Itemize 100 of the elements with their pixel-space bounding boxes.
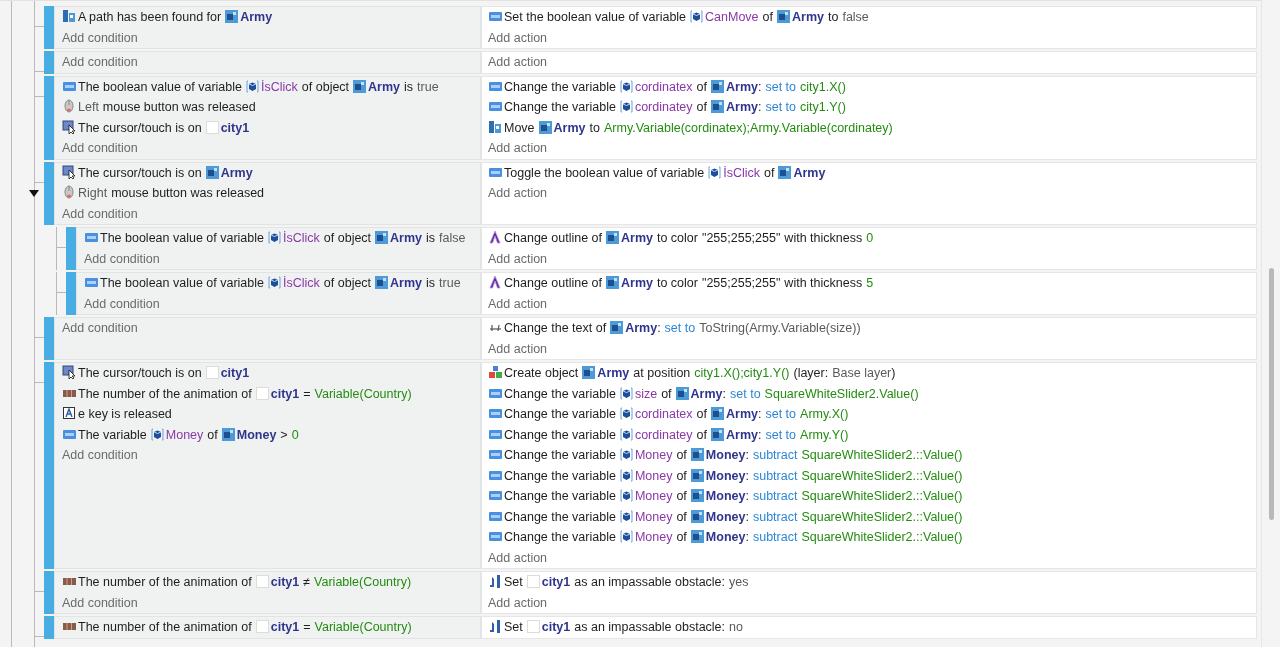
condition[interactable]: Right mouse button was released [62, 183, 480, 204]
action[interactable]: Change the variable cordinatex of Army: set to city1.X() [488, 76, 1256, 97]
condition[interactable]: The number of the animation of city1 = Variable(Country) [62, 383, 480, 404]
blank-object-icon [526, 575, 540, 588]
condition[interactable]: The cursor/touch is on city1 [62, 363, 480, 384]
scrollbar[interactable] [1261, 0, 1280, 647]
sprite-icon [606, 276, 619, 289]
add-action-link[interactable]: Add action [488, 592, 548, 613]
event-bar [44, 161, 54, 225]
add-condition-link[interactable]: Add condition [62, 27, 138, 48]
action[interactable]: Move Army to Army.Variable(cordinatex);Army.Variable(cordinatey) [488, 117, 1256, 138]
path-icon [62, 9, 76, 23]
variable-icon [619, 427, 633, 441]
outline-icon [488, 275, 502, 289]
action[interactable]: Set the boolean value of variable CanMove of Army to false [488, 7, 1256, 28]
mouse-icon [62, 99, 76, 113]
variable-icon [619, 509, 633, 523]
sprite-icon [225, 10, 239, 23]
event-bar [66, 272, 76, 315]
outline-icon [488, 230, 502, 244]
add-action-link[interactable]: Add action [488, 338, 548, 359]
sprite-icon [711, 407, 724, 420]
add-action-link[interactable]: Add action [488, 183, 548, 204]
condition[interactable]: The boolean value of variable İsClick of object Army is true [62, 76, 480, 97]
variable-icon [619, 448, 633, 461]
cursor-icon [62, 365, 76, 379]
variable-badge-icon [488, 529, 502, 543]
variable-icon [619, 100, 633, 113]
variable-icon [619, 79, 633, 93]
sprite-icon [221, 427, 235, 441]
obstacle-icon [488, 574, 502, 588]
condition[interactable]: e key is released [62, 404, 480, 425]
action[interactable]: Create object Army at position city1.X();city1.Y() (layer: Base layer) [488, 363, 1256, 384]
add-condition-link[interactable]: Add condition [84, 293, 160, 314]
scrollbar-thumb[interactable] [1268, 268, 1274, 520]
variable-icon [619, 468, 633, 482]
blank-object-icon [255, 386, 269, 400]
event-bar [44, 616, 54, 639]
action[interactable]: Change the variable Money of Money: subtract SquareWhiteSlider2.::Value() [488, 527, 1256, 548]
blank-object-icon [205, 366, 219, 379]
add-action-link[interactable]: Add action [488, 547, 548, 568]
event-bar [66, 227, 76, 270]
sprite-icon [582, 366, 596, 379]
action[interactable]: Change the text of Army: set to ToString(Army.Variable(size)) [488, 318, 1256, 339]
action[interactable]: Change outline of Army to color "255;255;255" with thickness 5 [488, 273, 1256, 294]
sprite-icon [711, 79, 724, 93]
condition[interactable]: The variable Money of Money > 0 [62, 424, 480, 445]
condition[interactable]: Left mouse button was released [62, 97, 480, 118]
add-condition-link[interactable]: Add condition [84, 248, 160, 269]
action[interactable]: Change the variable cordinatey of Army: set to city1.Y() [488, 97, 1256, 118]
add-condition-link[interactable]: Add condition [62, 203, 138, 224]
blank-object-icon [255, 575, 269, 588]
add-action-link[interactable]: Add action [488, 52, 548, 73]
variable-icon [150, 427, 164, 441]
variable-icon [708, 165, 722, 179]
sprite-icon [205, 165, 219, 179]
add-condition-link[interactable]: Add condition [62, 445, 138, 466]
add-action-link[interactable]: Add action [488, 138, 548, 159]
event-bar [44, 6, 54, 49]
caret-icon[interactable] [29, 189, 39, 197]
action[interactable]: Change the variable Money of Money: subtract SquareWhiteSlider2.::Value() [488, 486, 1256, 507]
action[interactable]: Change outline of Army to color "255;255;255" with thickness 0 [488, 228, 1256, 249]
condition[interactable]: The cursor/touch is on Army [62, 162, 480, 183]
add-condition-link[interactable]: Add condition [62, 318, 138, 339]
add-condition-link[interactable]: Add condition [62, 592, 138, 613]
add-action-link[interactable]: Add action [488, 293, 548, 314]
variable-icon [246, 79, 259, 93]
action[interactable]: Change the variable Money of Money: subtract SquareWhiteSlider2.::Value() [488, 506, 1256, 527]
condition[interactable]: A path has been found for Army [62, 7, 480, 28]
condition[interactable]: The boolean value of variable İsClick of object Army is false [84, 228, 480, 249]
variable-icon [619, 386, 633, 400]
add-condition-link[interactable]: Add condition [62, 138, 138, 159]
condition[interactable]: The cursor/touch is on city1 [62, 117, 480, 138]
action[interactable]: Change the variable Money of Money: subtract SquareWhiteSlider2.::Value() [488, 465, 1256, 486]
variable-icon [690, 10, 704, 23]
action[interactable]: Set city1 as an impassable obstacle: yes [488, 572, 1256, 593]
add-action-link[interactable]: Add action [488, 27, 548, 48]
variable-badge-icon [488, 406, 502, 420]
action[interactable]: Change the variable cordinatex of Army: set to Army.X() [488, 404, 1256, 425]
sprite-icon [538, 120, 552, 134]
add-condition-link[interactable]: Add condition [62, 52, 138, 73]
action[interactable]: Change the variable cordinatey of Army: set to Army.Y() [488, 424, 1256, 445]
sprite-icon [606, 231, 619, 244]
sprite-icon [353, 79, 367, 93]
mouse-icon [62, 185, 76, 199]
blank-object-icon [526, 620, 540, 633]
add-action-link[interactable]: Add action [488, 248, 548, 269]
path-icon [488, 119, 502, 134]
action[interactable]: Toggle the boolean value of variable İsClick of Army [488, 162, 1256, 183]
cursor-icon [62, 164, 76, 179]
action[interactable]: Change the variable Money of Money: subtract SquareWhiteSlider2.::Value() [488, 445, 1256, 466]
sprite-icon [675, 386, 689, 400]
condition[interactable]: The number of the animation of city1 ≠ Variable(Country) [62, 572, 480, 593]
sprite-icon [777, 10, 790, 23]
variable-badge-icon [488, 447, 502, 461]
action[interactable]: Change the variable size of Army: set to SquareWhiteSlider2.Value() [488, 383, 1256, 404]
sprite-icon [690, 509, 704, 523]
condition[interactable]: The boolean value of variable İsClick of object Army is true [84, 273, 480, 294]
variable-icon [268, 276, 281, 289]
variable-badge-icon [488, 99, 502, 113]
